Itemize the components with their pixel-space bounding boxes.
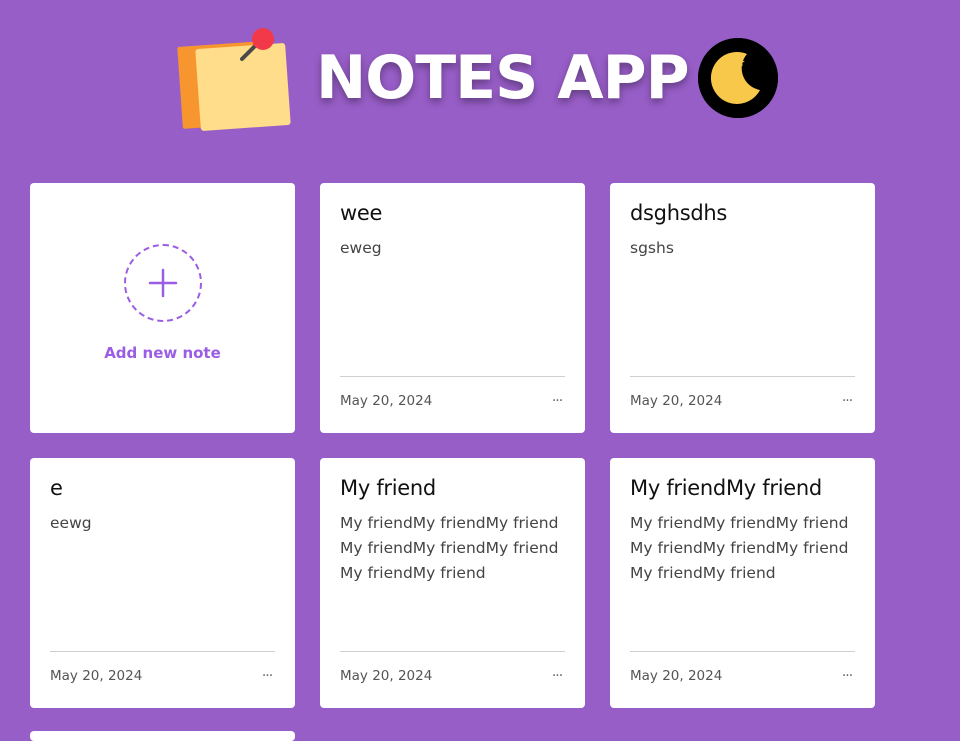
plus-icon: [148, 268, 178, 298]
note-body: sgshs: [630, 239, 674, 257]
more-options-icon[interactable]: ...: [548, 664, 566, 684]
note-divider: [630, 651, 855, 652]
note-card[interactable]: My friend My friendMy friendMy friendMy …: [320, 458, 585, 708]
note-title: e: [50, 476, 63, 500]
note-title: My friend: [340, 476, 436, 500]
app-title: NOTES APP: [316, 43, 690, 113]
note-date: May 20, 2024: [340, 393, 433, 409]
note-divider: [50, 651, 275, 652]
note-card[interactable]: e eewg May 20, 2024 ...: [30, 458, 295, 708]
note-card[interactable]: [30, 731, 295, 741]
note-title: wee: [340, 201, 383, 225]
note-body: My friendMy friendMy friendMy friendMy f…: [630, 514, 849, 582]
note-divider: [630, 376, 855, 377]
note-date: May 20, 2024: [630, 668, 723, 684]
more-options-icon[interactable]: ...: [548, 389, 566, 409]
note-body: eweg: [340, 239, 382, 257]
more-options-icon[interactable]: ...: [838, 389, 856, 409]
note-body: My friendMy friendMy friendMy friendMy f…: [340, 514, 559, 582]
add-note-button[interactable]: [124, 244, 202, 322]
add-note-label: Add new note: [104, 344, 221, 362]
theme-toggle-button[interactable]: [698, 38, 778, 118]
note-title: dsghsdhs: [630, 201, 728, 225]
note-date: May 20, 2024: [50, 668, 143, 684]
note-divider: [340, 651, 565, 652]
note-card[interactable]: My friendMy friend My friendMy friendMy …: [610, 458, 875, 708]
note-card[interactable]: wee eweg May 20, 2024 ...: [320, 183, 585, 433]
more-options-icon[interactable]: ...: [838, 664, 856, 684]
note-divider: [340, 376, 565, 377]
note-body: eewg: [50, 514, 92, 532]
note-date: May 20, 2024: [340, 668, 433, 684]
moon-stars-icon: [698, 38, 778, 118]
note-title: My friendMy friend: [630, 476, 822, 500]
add-note-card[interactable]: Add new note: [30, 183, 295, 433]
app-header: NOTES APP: [0, 0, 960, 150]
note-date: May 20, 2024: [630, 393, 723, 409]
more-options-icon[interactable]: ...: [258, 664, 276, 684]
note-card[interactable]: dsghsdhs sgshs May 20, 2024 ...: [610, 183, 875, 433]
sticky-notes-pin-icon: [176, 26, 292, 132]
